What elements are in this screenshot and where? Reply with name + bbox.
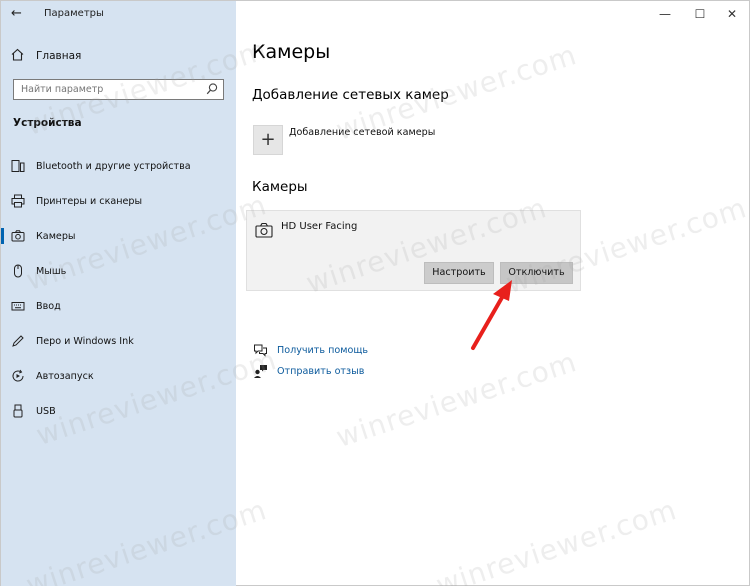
camera-name: HD User Facing <box>281 221 358 232</box>
sidebar-item-mouse[interactable]: Мышь <box>1 259 236 283</box>
sidebar: ← Параметры Главная Устройства Bluetooth… <box>1 1 236 586</box>
sidebar-item-printers[interactable]: Принтеры и сканеры <box>1 189 236 213</box>
home-label: Главная <box>36 50 82 62</box>
sidebar-item-pen[interactable]: Перо и Windows Ink <box>1 329 236 353</box>
usb-icon <box>11 404 25 418</box>
send-feedback-link[interactable]: Отправить отзыв <box>252 362 364 380</box>
sidebar-item-label: Ввод <box>36 300 61 312</box>
search-icon[interactable] <box>206 82 218 96</box>
send-feedback-label[interactable]: Отправить отзыв <box>277 366 364 377</box>
sidebar-item-label: Камеры <box>36 230 76 242</box>
sidebar-item-label: Мышь <box>36 265 67 277</box>
bluetooth-device-icon <box>11 159 25 173</box>
sidebar-item-autoplay[interactable]: Автозапуск <box>1 364 236 388</box>
sidebar-item-usb[interactable]: USB <box>1 399 236 423</box>
add-network-camera-label[interactable]: Добавление сетевой камеры <box>289 127 435 138</box>
sidebar-item-typing[interactable]: Ввод <box>1 294 236 318</box>
sidebar-item-label: Bluetooth и другие устройства <box>36 160 191 172</box>
network-cameras-heading: Добавление сетевых камер <box>252 87 449 103</box>
back-arrow-icon[interactable]: ← <box>11 5 29 23</box>
page-title: Камеры <box>252 41 331 63</box>
sidebar-item-bluetooth[interactable]: Bluetooth и другие устройства <box>1 154 236 178</box>
disable-button[interactable]: Отключить <box>500 262 573 284</box>
camera-icon <box>11 229 25 243</box>
sidebar-item-label: Автозапуск <box>36 370 94 382</box>
main-content: Камеры Добавление сетевых камер + Добавл… <box>236 1 750 586</box>
configure-button[interactable]: Настроить <box>424 262 494 284</box>
help-chat-icon <box>252 343 268 357</box>
section-title-devices: Устройства <box>13 117 82 129</box>
sidebar-item-label: Перо и Windows Ink <box>36 335 134 347</box>
mouse-icon <box>11 264 25 278</box>
sidebar-item-cameras[interactable]: Камеры <box>1 224 236 248</box>
search-box[interactable] <box>13 79 224 100</box>
camera-card[interactable]: HD User Facing Настроить Отключить <box>246 210 581 291</box>
autoplay-icon <box>11 369 25 383</box>
sidebar-item-home[interactable]: Главная <box>11 46 81 66</box>
pen-icon <box>11 334 25 348</box>
home-icon <box>11 48 27 64</box>
sidebar-item-label: USB <box>36 405 56 417</box>
feedback-icon <box>252 364 268 378</box>
add-network-camera-button[interactable]: + <box>253 125 283 155</box>
cameras-heading: Камеры <box>252 179 308 195</box>
get-help-label[interactable]: Получить помощь <box>277 345 368 356</box>
search-input[interactable] <box>14 80 204 99</box>
window-title: Параметры <box>44 8 104 19</box>
camera-icon <box>255 222 273 238</box>
get-help-link[interactable]: Получить помощь <box>252 341 368 359</box>
settings-window: ← Параметры Главная Устройства Bluetooth… <box>0 0 750 586</box>
sidebar-item-label: Принтеры и сканеры <box>36 195 143 207</box>
keyboard-icon <box>11 299 25 313</box>
selection-indicator <box>1 228 4 244</box>
printer-icon <box>11 194 25 208</box>
